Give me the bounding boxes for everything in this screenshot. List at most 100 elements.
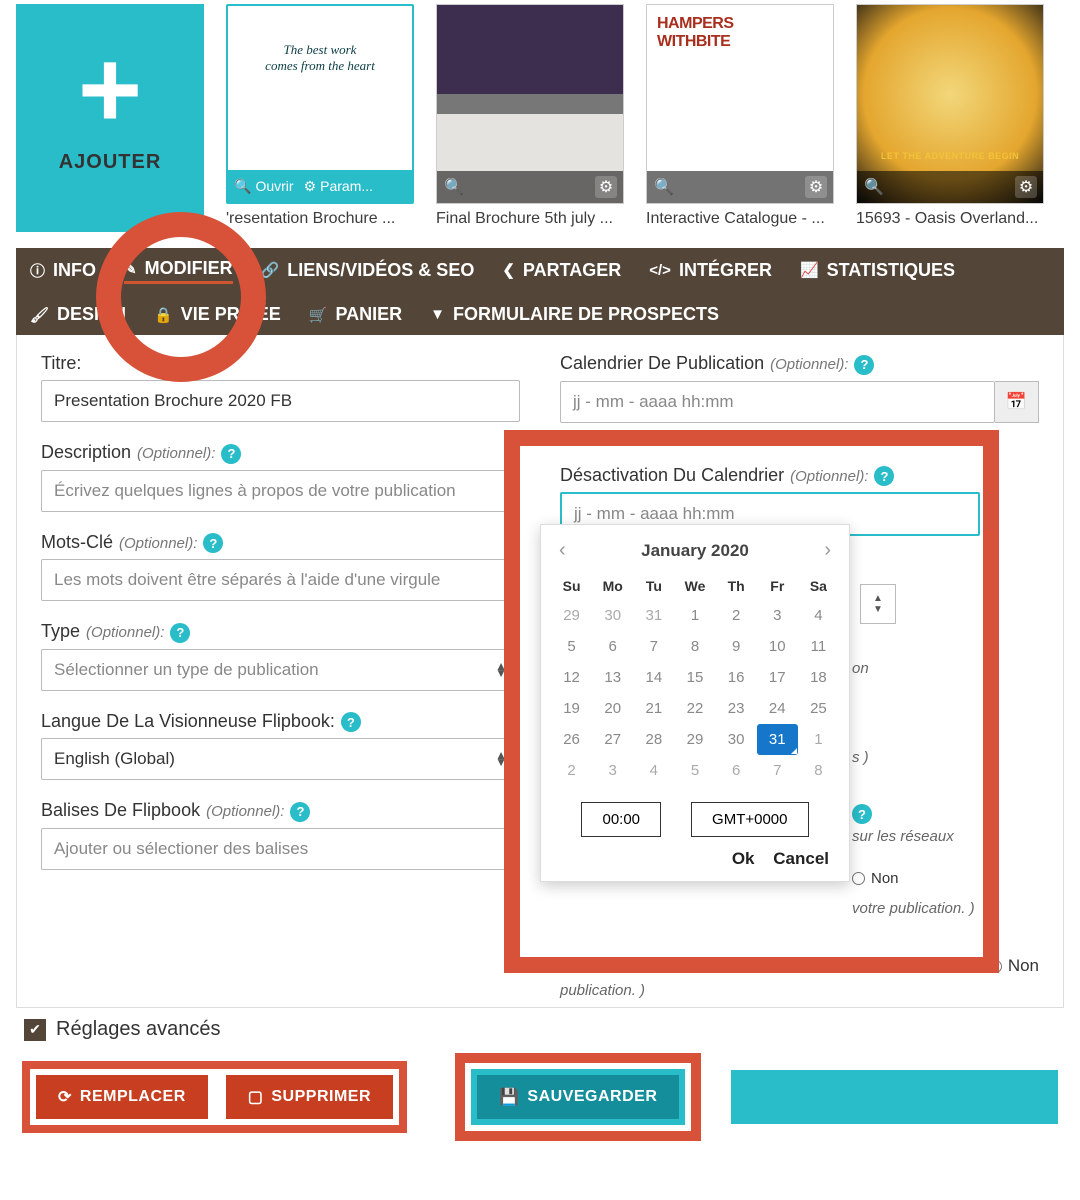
tab-partager[interactable]: ❮PARTAGER	[502, 258, 621, 282]
help-icon[interactable]: ?	[854, 355, 874, 375]
remplacer-button[interactable]: ⟳REMPLACER	[36, 1075, 208, 1119]
help-icon[interactable]: ?	[341, 712, 361, 732]
calendar-day[interactable]: 7	[633, 631, 674, 662]
calendar-day[interactable]: 3	[757, 600, 798, 631]
calendar-day[interactable]: 1	[798, 724, 839, 755]
gear-icon[interactable]: ⚙	[805, 176, 827, 198]
ok-button[interactable]: Ok	[732, 849, 755, 868]
calendar-day[interactable]: 29	[674, 724, 715, 755]
type-select[interactable]: Sélectionner un type de publication▲▼	[41, 649, 520, 691]
calendar-day[interactable]: 31	[757, 724, 798, 755]
tab-formulaire[interactable]: ▼FORMULAIRE DE PROSPECTS	[430, 304, 719, 325]
calendar-day[interactable]: 22	[674, 693, 715, 724]
mots-input[interactable]	[41, 559, 520, 601]
calendar-day[interactable]: 16	[716, 662, 757, 693]
gear-icon[interactable]: ⚙	[1015, 176, 1037, 198]
advanced-toggle[interactable]: ✔ Réglages avancés	[24, 1018, 1056, 1041]
calendar-day[interactable]: 2	[716, 600, 757, 631]
calendar-day[interactable]: 8	[674, 631, 715, 662]
link-icon: 🔗	[261, 261, 280, 279]
calendar-day[interactable]: 27	[592, 724, 633, 755]
calendar-day[interactable]: 26	[551, 724, 592, 755]
publication-tile[interactable]: 🔍⚙ Interactive Catalogue - ...	[646, 4, 834, 232]
prev-month[interactable]: ‹	[559, 539, 566, 562]
calendar-day[interactable]: 29	[551, 600, 592, 631]
calendar-day[interactable]: 17	[757, 662, 798, 693]
radio-non-2[interactable]: Non	[852, 870, 899, 887]
calendar-day[interactable]: 12	[551, 662, 592, 693]
titre-input[interactable]	[41, 380, 520, 422]
tab-info[interactable]: ⓘINFO	[30, 258, 96, 282]
sauvegarder-button[interactable]: 💾SAUVEGARDER	[477, 1075, 679, 1119]
calendar-day[interactable]: 10	[757, 631, 798, 662]
calendar-day[interactable]: 18	[798, 662, 839, 693]
help-icon[interactable]: ?	[874, 466, 894, 486]
tab-liens[interactable]: 🔗LIENS/VIDÉOS & SEO	[261, 258, 475, 282]
params-button[interactable]: ⚙Param...	[304, 178, 373, 195]
calendar-day[interactable]: 4	[798, 600, 839, 631]
publication-tile-selected[interactable]: 🔍Ouvrir ⚙Param... 'resentation Brochure …	[226, 4, 414, 232]
calendar-day[interactable]: 9	[716, 631, 757, 662]
calendar-day[interactable]: 15	[674, 662, 715, 693]
calendar-day[interactable]: 6	[716, 755, 757, 786]
help-icon[interactable]: ?	[221, 444, 241, 464]
calendar-day[interactable]: 11	[798, 631, 839, 662]
lang-select[interactable]: English (Global)▲▼	[41, 738, 520, 780]
calendar-day[interactable]: 20	[592, 693, 633, 724]
help-icon[interactable]: ?	[170, 623, 190, 643]
gear-icon[interactable]: ⚙	[595, 176, 617, 198]
calendar-day[interactable]: 25	[798, 693, 839, 724]
calendar-day[interactable]: 31	[633, 600, 674, 631]
tab-design[interactable]: 🖌DESIGN	[30, 304, 126, 325]
calendar-day[interactable]: 21	[633, 693, 674, 724]
search-icon[interactable]: 🔍	[863, 176, 885, 198]
calendar-day[interactable]: 23	[716, 693, 757, 724]
help-icon[interactable]: ?	[852, 804, 872, 824]
calendar-day[interactable]: 5	[551, 631, 592, 662]
tab-stats[interactable]: 📈STATISTIQUES	[800, 258, 955, 282]
cal-pub-input[interactable]: jj - mm - aaaa hh:mm	[560, 381, 995, 423]
calendar-day[interactable]: 7	[757, 755, 798, 786]
tab-modifier[interactable]: ✎MODIFIER	[124, 258, 233, 284]
help-icon[interactable]: ?	[290, 802, 310, 822]
code-icon: </>	[649, 262, 671, 279]
calendar-day[interactable]: 2	[551, 755, 592, 786]
calendar-day[interactable]: 30	[716, 724, 757, 755]
next-month[interactable]: ›	[824, 539, 831, 562]
calendar-day[interactable]: 3	[592, 755, 633, 786]
publication-tile[interactable]: 🔍⚙ 15693 - Oasis Overland...	[856, 4, 1044, 232]
tab-panier[interactable]: 🛒PANIER	[309, 304, 402, 325]
calendar-icon[interactable]: 📅	[995, 381, 1039, 423]
calendar-day[interactable]: 28	[633, 724, 674, 755]
description-input[interactable]	[41, 470, 520, 512]
calendar-day[interactable]: 1	[674, 600, 715, 631]
calendar-day[interactable]: 19	[551, 693, 592, 724]
radio-non[interactable]: Non	[989, 956, 1039, 976]
calendar-day[interactable]: 13	[592, 662, 633, 693]
open-button[interactable]: 🔍Ouvrir	[234, 178, 294, 195]
calendar-day[interactable]: 14	[633, 662, 674, 693]
publication-tile[interactable]: 🔍⚙ Final Brochure 5th july ...	[436, 4, 624, 232]
time-input[interactable]: 00:00	[581, 802, 661, 837]
calendar-day[interactable]: 30	[592, 600, 633, 631]
timezone-input[interactable]: GMT+0000	[691, 802, 808, 837]
tab-vie-privee[interactable]: 🔒VIE PRIVÉE	[154, 304, 281, 325]
calendar-day[interactable]: 8	[798, 755, 839, 786]
supprimer-button[interactable]: ▢SUPPRIMER	[226, 1075, 393, 1119]
cancel-button[interactable]: Cancel	[773, 849, 829, 868]
hidden-select-caret[interactable]: ▲▼	[860, 584, 896, 624]
radio-oui[interactable]: Oui	[923, 956, 968, 976]
help-icon[interactable]: ?	[203, 533, 223, 553]
tab-integrer[interactable]: </>INTÉGRER	[649, 258, 772, 282]
search-icon[interactable]: 🔍	[443, 176, 465, 198]
calendar-day[interactable]: 4	[633, 755, 674, 786]
calendar-day[interactable]: 6	[592, 631, 633, 662]
decorative-bar	[731, 1070, 1058, 1124]
calendar-day[interactable]: 24	[757, 693, 798, 724]
balises-input[interactable]	[41, 828, 520, 870]
thumbnail[interactable]: 🔍Ouvrir ⚙Param...	[226, 4, 414, 204]
add-publication-tile[interactable]: + AJOUTER	[16, 4, 204, 232]
search-icon[interactable]: 🔍	[653, 176, 675, 198]
calendar-day[interactable]: 5	[674, 755, 715, 786]
dow-label: Sa	[798, 572, 839, 600]
